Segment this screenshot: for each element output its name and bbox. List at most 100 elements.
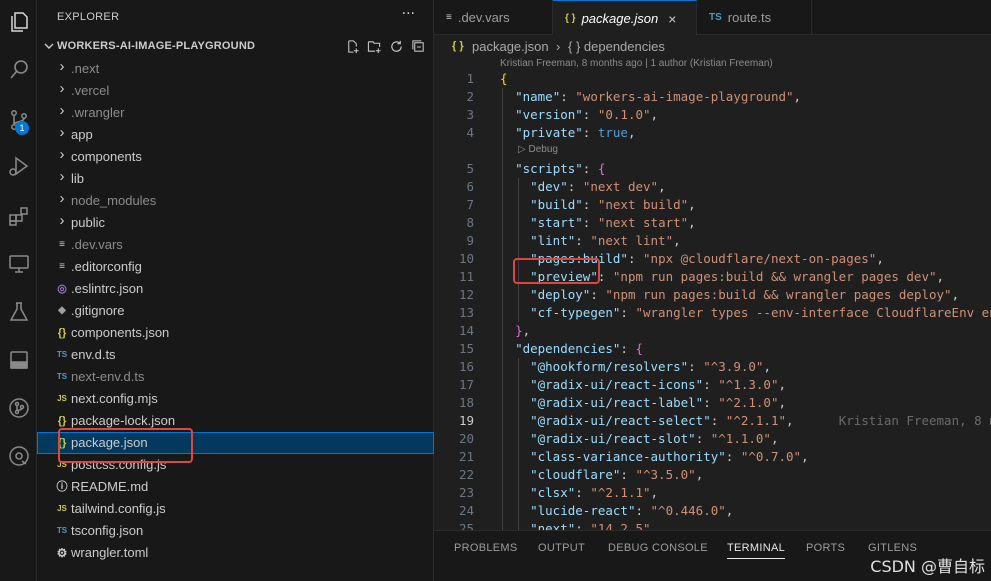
code-line[interactable]: 25 "next": "14.2.5", — [434, 520, 991, 530]
folder-item[interactable]: app — [37, 124, 434, 146]
panel-tab-debug-console[interactable]: DEBUG CONSOLE — [608, 542, 708, 554]
code-line[interactable]: 18 "@radix-ui/react-label": "^2.1.0", — [434, 394, 991, 412]
file-item[interactable]: TS tsconfig.json — [37, 520, 434, 542]
file-item[interactable]: {} package.json — [37, 432, 434, 454]
tab-route-ts[interactable]: TS route.ts — [697, 0, 812, 35]
explorer-icon[interactable] — [0, 4, 37, 40]
chevron-right-icon — [55, 106, 69, 120]
panel-icon[interactable] — [0, 342, 37, 378]
breadcrumb-symbol[interactable]: { } dependencies — [568, 39, 665, 54]
line-source: "deploy": "npm run pages:build && wrangl… — [530, 287, 960, 302]
file-item[interactable]: TS next-env.d.ts — [37, 366, 434, 388]
file-item[interactable]: JS postcss.config.js — [37, 454, 434, 476]
code-line[interactable]: 19 "@radix-ui/react-select": "^2.1.1", K… — [434, 412, 991, 430]
folder-item[interactable]: .next — [37, 58, 434, 80]
sidebar-title: EXPLORER — [57, 11, 120, 23]
code-line[interactable]: 6 "dev": "next dev", — [434, 178, 991, 196]
new-file-icon[interactable] — [344, 38, 360, 54]
tab-package-json[interactable]: { } package.json × — [553, 0, 697, 36]
file-item[interactable]: ◆ .gitignore — [37, 300, 434, 322]
workspace-section-header[interactable]: WORKERS-AI-IMAGE-PLAYGROUND — [37, 36, 434, 58]
folder-item[interactable]: .vercel — [37, 80, 434, 102]
code-line[interactable]: 4 "private": true, — [434, 124, 991, 142]
code-line[interactable]: 23 "clsx": "^2.1.1", — [434, 484, 991, 502]
tab-dev-vars[interactable]: ≡ .dev.vars — [434, 0, 553, 35]
line-source: "next": "14.2.5", — [530, 521, 659, 530]
line-source: "pages:build": "npx @cloudflare/next-on-… — [530, 251, 884, 266]
extensions-icon[interactable] — [0, 198, 37, 234]
folder-item[interactable]: lib — [37, 168, 434, 190]
testing-icon[interactable] — [0, 294, 37, 330]
close-icon[interactable]: × — [668, 11, 676, 27]
code-line[interactable]: 15 "dependencies": { — [434, 340, 991, 358]
editor-area: ≡ .dev.vars { } package.json × TS route.ts { }… — [434, 0, 991, 581]
remote-explorer-icon[interactable] — [0, 246, 37, 282]
folder-item[interactable]: public — [37, 212, 434, 234]
activity-bar: 1 — [0, 0, 37, 581]
tab-file-icon: ≡ — [446, 12, 452, 23]
chevron-right-icon — [55, 216, 69, 230]
line-source: "start": "next start", — [530, 215, 696, 230]
panel-tab-problems[interactable]: PROBLEMS — [454, 542, 518, 554]
code-line[interactable]: 9 "lint": "next lint", — [434, 232, 991, 250]
code-line[interactable]: 7 "build": "next build", — [434, 196, 991, 214]
file-item[interactable]: ◎ .eslintrc.json — [37, 278, 434, 300]
code-line[interactable]: 17 "@radix-ui/react-icons": "^1.3.0", — [434, 376, 991, 394]
chevron-down-icon — [44, 43, 54, 49]
search-icon[interactable] — [0, 52, 37, 88]
code-line[interactable]: 1{ — [434, 70, 991, 88]
code-line[interactable]: 20 "@radix-ui/react-slot": "^1.1.0", — [434, 430, 991, 448]
file-item[interactable]: JS tailwind.config.js — [37, 498, 434, 520]
folder-item[interactable]: .wrangler — [37, 102, 434, 124]
git-graph-icon[interactable] — [0, 390, 37, 426]
code-line[interactable]: 8 "start": "next start", — [434, 214, 991, 232]
code-line[interactable]: 16 "@hookform/resolvers": "^3.9.0", — [434, 358, 991, 376]
new-folder-icon[interactable] — [366, 38, 382, 54]
code-line[interactable]: 10 "pages:build": "npx @cloudflare/next-… — [434, 250, 991, 268]
line-number: 23 — [458, 485, 474, 500]
panel-tab-ports[interactable]: PORTS — [806, 542, 845, 554]
line-number: 21 — [458, 449, 474, 464]
code-line[interactable]: 13 "cf-typegen": "wrangler types --env-i… — [434, 304, 991, 322]
file-item[interactable]: ≡ .editorconfig — [37, 256, 434, 278]
code-line[interactable]: 11 "preview": "npm run pages:build && wr… — [434, 268, 991, 286]
code-line[interactable]: 22 "cloudflare": "^3.5.0", — [434, 466, 991, 484]
panel-tab-output[interactable]: OUTPUT — [538, 542, 585, 554]
file-label: components — [71, 149, 142, 164]
file-label: public — [71, 215, 105, 230]
file-item[interactable]: ≡ .dev.vars — [37, 234, 434, 256]
more-actions-icon[interactable]: ··· — [402, 6, 415, 22]
breadcrumb: { } package.json › { } dependencies — [434, 36, 991, 58]
file-label: node_modules — [71, 193, 157, 208]
run-debug-icon[interactable] — [0, 148, 37, 184]
collapse-all-icon[interactable] — [410, 38, 426, 54]
blame-codelens[interactable]: Kristian Freeman, 8 months ago | 1 autho… — [500, 58, 773, 69]
file-item[interactable]: JS next.config.mjs — [37, 388, 434, 410]
line-number: 3 — [466, 107, 474, 122]
code-line[interactable]: 14 }, — [434, 322, 991, 340]
file-item[interactable]: {} package-lock.json — [37, 410, 434, 432]
file-item[interactable]: ⓘ README.md — [37, 476, 434, 498]
refresh-icon[interactable] — [388, 38, 404, 54]
code-line[interactable]: 2 "name": "workers-ai-image-playground", — [434, 88, 991, 106]
code-line[interactable]: 12 "deploy": "npm run pages:build && wra… — [434, 286, 991, 304]
ts-file-icon: TS — [56, 526, 68, 535]
line-source: { — [500, 71, 508, 86]
folder-item[interactable]: components — [37, 146, 434, 168]
code-editor[interactable]: 1{2 "name": "workers-ai-image-playground… — [434, 70, 991, 530]
file-item[interactable]: TS env.d.ts — [37, 344, 434, 366]
code-line[interactable]: 24 "lucide-react": "^0.446.0", — [434, 502, 991, 520]
code-line[interactable]: 3 "version": "0.1.0", — [434, 106, 991, 124]
code-line[interactable]: 21 "class-variance-authority": "^0.7.0", — [434, 448, 991, 466]
file-item[interactable]: {} components.json — [37, 322, 434, 344]
line-source: "@radix-ui/react-label": "^2.1.0", — [530, 395, 787, 410]
file-item[interactable]: ⚙ wrangler.toml — [37, 542, 434, 564]
timeline-icon[interactable] — [0, 438, 37, 474]
folder-item[interactable]: node_modules — [37, 190, 434, 212]
file-label: package-lock.json — [71, 413, 176, 428]
line-number: 10 — [458, 251, 474, 266]
md-file-icon: ⓘ — [56, 481, 68, 493]
code-line[interactable]: 5 "scripts": { — [434, 160, 991, 178]
breadcrumb-file[interactable]: package.json — [472, 39, 549, 54]
panel-tab-terminal[interactable]: TERMINAL — [727, 542, 786, 559]
